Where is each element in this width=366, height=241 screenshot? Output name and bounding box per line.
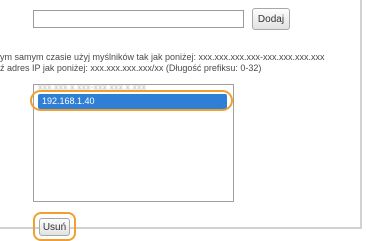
- help-text-range: ym samym czasie użyj myślników tak jak p…: [0, 52, 325, 62]
- address-list[interactable]: xxx.xxx.x.xxx-xxx.xxx.x.xxx 192.168.1.40: [33, 84, 234, 202]
- ip-address-input[interactable]: [33, 10, 244, 28]
- help-text-prefix: ź adres IP jak poniżej: xxx.xxx.xxx.xxx/…: [0, 63, 262, 73]
- list-item-selected[interactable]: 192.168.1.40: [38, 94, 227, 109]
- delete-button[interactable]: Usuń: [39, 218, 70, 236]
- list-item[interactable]: xxx.xxx.x.xxx-xxx.xxx.x.xxx: [34, 85, 233, 92]
- add-button[interactable]: Dodaj: [252, 8, 290, 30]
